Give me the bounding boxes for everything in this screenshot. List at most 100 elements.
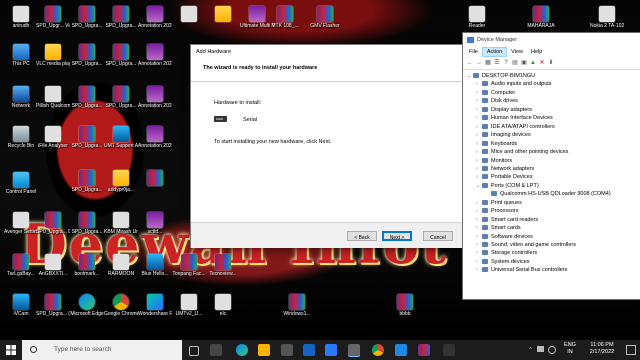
desktop-icon[interactable]: UMTv2_U... xyxy=(172,294,206,317)
desktop-icon[interactable]: anirudh xyxy=(4,6,38,29)
volume-icon[interactable] xyxy=(548,346,556,354)
tree-item[interactable]: › Audio inputs and outputs xyxy=(476,80,552,88)
tree-item[interactable]: Qualcomm HS-USB QDLoader 9008 (COM4) xyxy=(485,190,611,198)
desktop-icon[interactable]: Reader xyxy=(460,6,494,29)
desktop-icon[interactable]: VLC media player xyxy=(36,44,70,67)
task-view-icon[interactable] xyxy=(210,344,222,356)
tree-item[interactable]: › Network adapters xyxy=(476,165,534,173)
tree-item[interactable]: › Portable Devices xyxy=(476,173,533,181)
desktop-icon[interactable]: MAHARAJA xyxy=(524,6,558,29)
show-hidden-icons-icon[interactable]: ^ xyxy=(529,347,532,353)
desktop-icon[interactable]: SPD_Upgra... xyxy=(104,6,138,29)
desktop-icon[interactable]: Wondershare Filmora9 xyxy=(138,294,172,317)
tree-item[interactable]: › Display adapters xyxy=(476,106,532,114)
next-button[interactable]: Next > xyxy=(382,231,412,241)
menu-file[interactable]: File xyxy=(465,47,482,57)
desktop-icon[interactable]: Blue Hello... xyxy=(138,254,172,277)
search-input[interactable]: Type here to search xyxy=(22,340,182,360)
desktop-icon[interactable]: This PC xyxy=(4,44,38,67)
tree-item[interactable]: › Computer xyxy=(476,89,515,97)
back-button[interactable]: < Back xyxy=(347,231,377,241)
desktop-icon[interactable]: KBM Mirash Unixgaaa... xyxy=(104,212,138,235)
desktop-icon[interactable]: iFile Analyser xyxy=(36,126,70,149)
tree-item[interactable]: › Imaging devices xyxy=(476,131,531,139)
desktop-icon[interactable]: Annotation 2022-02-... xyxy=(138,44,172,67)
desktop-icon[interactable]: Annotation 2022-02-... xyxy=(138,126,172,149)
update-driver-icon[interactable]: ▲ xyxy=(530,60,536,66)
menu-view[interactable]: View xyxy=(507,47,527,57)
desktop-icon[interactable]: SPD_Upgra... xyxy=(70,44,104,67)
tree-item[interactable]: › Universal Serial Bus controllers xyxy=(476,266,567,274)
tree-item[interactable]: ⌄ DESKTOP-BIM1NGU xyxy=(467,72,535,80)
scan-icon[interactable]: ▣ xyxy=(521,60,527,66)
start-button[interactable] xyxy=(0,340,22,360)
desktop-icon[interactable]: SPD_Upgra... xyxy=(104,44,138,67)
list-icon[interactable]: ☰ xyxy=(494,60,500,66)
cortana-icon[interactable] xyxy=(189,346,199,356)
tree-item[interactable]: › Mice and other pointing devices xyxy=(476,148,568,156)
desktop-icon[interactable]: Tonpang Fac... xyxy=(172,254,206,277)
tree-item[interactable]: › Keyboards xyxy=(476,140,517,148)
properties-icon[interactable]: ▤ xyxy=(512,60,518,66)
desktop-icon[interactable]: Nokia 2 TA-1029 ... xyxy=(590,6,624,29)
back-arrow-icon[interactable]: ← xyxy=(467,60,473,66)
desktop-icon[interactable]: RARMOON xyxy=(104,254,138,277)
desktop-icon[interactable]: Annotation 2022-02-... xyxy=(138,86,172,109)
desktop-icon[interactable]: SPD_Upgra... (1) xyxy=(36,294,70,317)
tree-item[interactable]: › Processors xyxy=(476,207,519,215)
help-icon[interactable]: ? xyxy=(503,60,509,66)
tree-item[interactable]: › Software devices xyxy=(476,233,533,241)
tree-item[interactable]: › IDE ATA/ATAPI controllers xyxy=(476,123,555,131)
tree-item[interactable]: › System devices xyxy=(476,258,530,266)
app-taskbar-icon[interactable] xyxy=(325,344,337,356)
desktop-icon[interactable]: bbbb xyxy=(388,294,422,317)
tree-item[interactable]: › Human Interface Devices xyxy=(476,114,553,122)
desktop-icon[interactable]: Pillish Qualcomm... xyxy=(36,86,70,109)
desktop-icon[interactable]: SPD_Upgra... xyxy=(70,212,104,235)
notifications-icon[interactable] xyxy=(626,345,636,355)
tree-item[interactable]: › Disk drives xyxy=(476,97,518,105)
store-icon[interactable] xyxy=(281,344,293,356)
desktop-icon[interactable]: iVCam xyxy=(4,294,38,317)
desktop-icon[interactable]: Avenger Settin... xyxy=(4,212,38,235)
desktop-icon[interactable]: Annotation 2022-02-... xyxy=(138,6,172,29)
tree-item[interactable]: › Smart card readers xyxy=(476,216,538,224)
desktop-icon[interactable]: elc xyxy=(206,294,240,317)
desktop-icon[interactable]: addypr0ja... xyxy=(104,170,138,193)
tree-item[interactable]: › Smart cards xyxy=(476,224,521,232)
desktop-icon[interactable]: SPD_Upgra... xyxy=(104,86,138,109)
desktop-icon[interactable] xyxy=(206,6,240,23)
device-manager-taskbar-icon[interactable] xyxy=(348,344,360,356)
desktop-icon[interactable]: GMV Flasher xyxy=(308,6,342,29)
desktop-icon[interactable] xyxy=(138,170,172,187)
language-indicator[interactable]: ENG IN xyxy=(562,342,578,356)
desktop-icon[interactable]: MTK 108_... xyxy=(268,6,302,29)
chrome-taskbar-icon[interactable] xyxy=(372,344,384,356)
menu-action[interactable]: Action xyxy=(481,47,508,57)
file-explorer-icon[interactable] xyxy=(258,344,270,356)
cancel-button[interactable]: Cancel xyxy=(423,231,453,241)
desktop-icon[interactable]: bootmark... xyxy=(70,254,104,277)
edge-taskbar-icon[interactable] xyxy=(236,344,248,356)
desktop-icon[interactable]: SPD_Upgra... xyxy=(70,86,104,109)
desktop-icon[interactable] xyxy=(172,6,206,23)
remove-icon[interactable]: ✕ xyxy=(539,60,545,66)
desktop-icon[interactable]: SPD_Upgr... Video Editor xyxy=(36,6,70,29)
forward-arrow-icon[interactable]: → xyxy=(476,60,482,66)
desktop-icon[interactable]: UMT Support Access xyxy=(104,126,138,149)
desktop-icon[interactable]: Control Panel xyxy=(4,172,38,195)
desktop-icon[interactable]: SPD_Upgra... Download xyxy=(36,212,70,235)
desktop-icon[interactable]: SPD_Upgra... xyxy=(70,170,104,193)
network-icon[interactable] xyxy=(537,346,544,352)
desktop-icon[interactable]: Windows1... xyxy=(280,294,314,317)
tree-item[interactable]: › Print queues xyxy=(476,199,522,207)
ivcam-taskbar-icon[interactable] xyxy=(395,344,407,356)
desktop-icon[interactable]: TarLgsBay... xyxy=(4,254,38,277)
menu-help[interactable]: Help xyxy=(527,47,546,57)
desktop-icon[interactable]: Tecnoview... xyxy=(206,254,240,277)
desktop-icon[interactable]: SPD_Upgra... xyxy=(70,6,104,29)
tree-item[interactable]: › Sound, video and game controllers xyxy=(476,241,576,249)
mail-icon[interactable] xyxy=(303,344,315,356)
winrar-taskbar-icon[interactable] xyxy=(418,344,430,356)
desktop-icon[interactable]: Recycle Bin xyxy=(4,126,38,149)
